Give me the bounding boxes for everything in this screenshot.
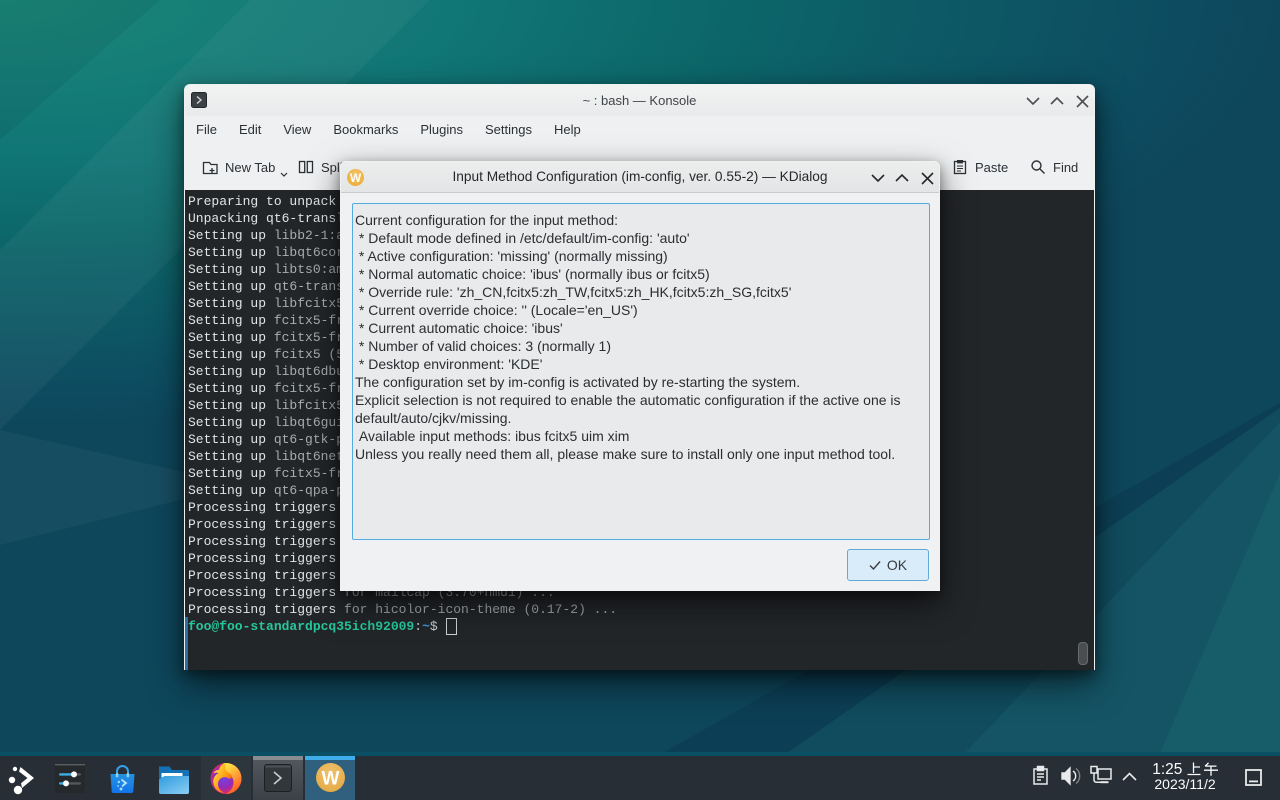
svg-text:W: W: [322, 769, 340, 790]
